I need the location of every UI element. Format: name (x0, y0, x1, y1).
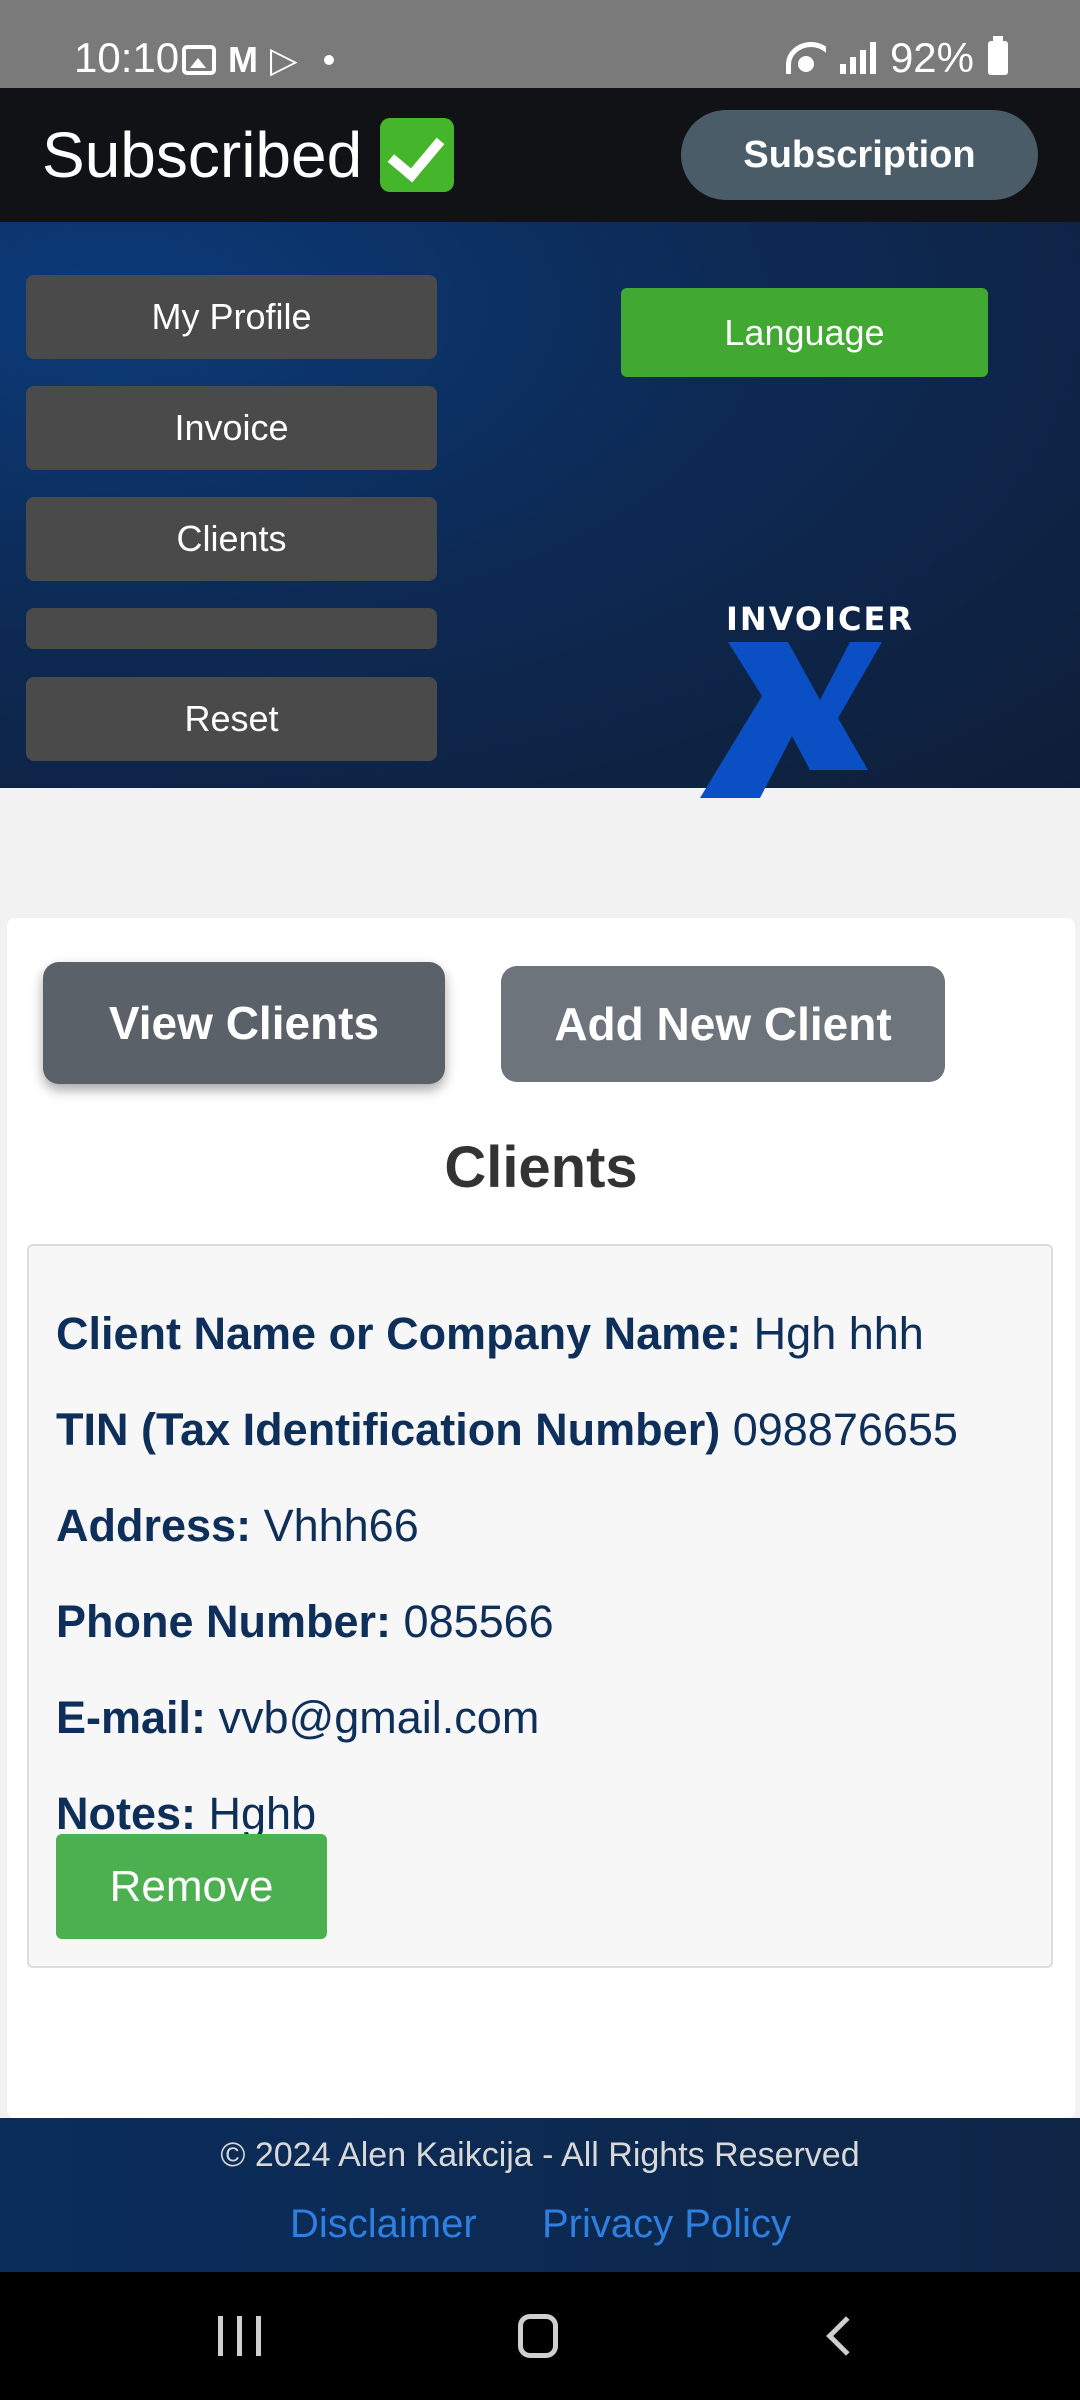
subscribed-label: Subscribed (42, 119, 363, 191)
language-button[interactable]: Language (621, 288, 988, 377)
disclaimer-link[interactable]: Disclaimer (290, 2202, 477, 2247)
clients-heading: Clients (444, 1135, 638, 1200)
system-icons: 92% (785, 34, 1008, 82)
reset-button[interactable]: Reset (26, 677, 437, 761)
address-label: Address: (56, 1500, 252, 1551)
recent-apps-icon[interactable] (218, 2316, 261, 2356)
clients-button[interactable]: Clients (26, 497, 437, 581)
email-label: E-mail: (56, 1692, 207, 1743)
subscription-status: Subscribed (42, 116, 455, 194)
invoicer-x-logo: INVOICER (700, 600, 912, 800)
tin-value: 098876655 (732, 1404, 958, 1455)
my-profile-button[interactable]: My Profile (26, 275, 437, 359)
dot-icon (323, 55, 334, 65)
gallery-icon (182, 45, 216, 75)
navigation-bar (0, 2272, 1080, 2400)
email-row: E-mail: vvb@gmail.com (56, 1692, 539, 1744)
phone-value: 085566 (403, 1596, 554, 1647)
clients-card: View Clients Add New Client Clients Clie… (7, 918, 1075, 2118)
address-row: Address: Vhhh66 (56, 1500, 419, 1552)
hero-menu: My Profile Invoice Clients Reset Languag… (0, 222, 1080, 798)
play-store-icon: ▷ (270, 39, 298, 80)
client-name-row: Client Name or Company Name: Hgh hhh (56, 1308, 924, 1360)
notes-label: Notes: (56, 1788, 197, 1839)
notes-row: Notes: Hghb (56, 1788, 316, 1840)
client-name-label: Client Name or Company Name: (56, 1308, 742, 1359)
subscription-button[interactable]: Subscription (681, 110, 1038, 200)
invoice-button[interactable]: Invoice (26, 386, 437, 470)
empty-menu-button[interactable] (26, 608, 437, 649)
gmail-icon: M (228, 39, 258, 80)
notes-value: Hghb (208, 1788, 317, 1839)
tin-label: TIN (Tax Identification Number) (56, 1404, 721, 1455)
footer: © 2024 Alen Kaikcija - All Rights Reserv… (0, 2118, 1080, 2272)
phone-row: Phone Number: 085566 (56, 1596, 554, 1648)
status-time: 10:10 (74, 34, 180, 81)
address-value: Vhhh66 (263, 1500, 419, 1551)
battery-icon (988, 36, 1008, 75)
logo-text: INVOICER (726, 600, 914, 638)
notification-icons: M ▷ (182, 42, 334, 78)
client-entry: Client Name or Company Name: Hgh hhh TIN… (27, 1244, 1053, 1968)
home-icon[interactable] (518, 2314, 558, 2358)
phone-label: Phone Number: (56, 1596, 392, 1647)
copyright-text: © 2024 Alen Kaikcija - All Rights Reserv… (220, 2136, 860, 2174)
wifi-icon (785, 42, 826, 74)
signal-icon (839, 42, 876, 74)
back-icon[interactable] (826, 2316, 866, 2356)
add-new-client-button[interactable]: Add New Client (501, 966, 945, 1082)
check-mark-icon (380, 118, 455, 192)
privacy-policy-link[interactable]: Privacy Policy (542, 2202, 791, 2247)
view-clients-button[interactable]: View Clients (43, 962, 445, 1084)
email-value: vvb@gmail.com (218, 1692, 540, 1743)
remove-button[interactable]: Remove (56, 1834, 327, 1939)
app-header: Subscribed Subscription (0, 88, 1080, 222)
battery-percent: 92% (889, 34, 974, 81)
tin-row: TIN (Tax Identification Number) 09887665… (56, 1404, 958, 1456)
client-name-value: Hgh hhh (753, 1308, 924, 1359)
status-bar: 10:10 M ▷ 92% (0, 0, 1080, 88)
